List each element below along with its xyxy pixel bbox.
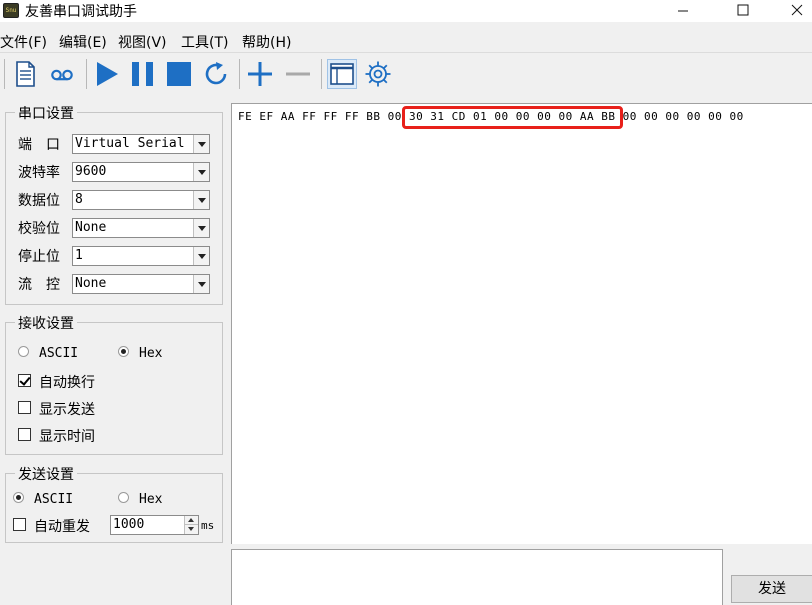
data-bits-label: 数据位 (18, 193, 60, 209)
spin-down-icon[interactable] (184, 525, 198, 534)
baud-rate-label: 波特率 (18, 165, 60, 181)
window-title: 友善串口调试助手 (25, 4, 137, 20)
toolbar (0, 52, 812, 94)
send-button[interactable]: 发送 (731, 575, 812, 603)
chevron-down-icon[interactable] (193, 247, 209, 265)
chevron-down-icon[interactable] (193, 219, 209, 237)
add-button[interactable] (245, 59, 275, 89)
resend-interval-input[interactable]: 1000 (110, 515, 199, 535)
stop-bits-label: 停止位 (18, 249, 60, 265)
receive-hex-label: Hex (139, 346, 163, 361)
toolbar-separator (4, 59, 5, 89)
parity-select[interactable]: None (72, 218, 210, 238)
auto-wrap-checkbox[interactable] (18, 374, 31, 387)
chevron-down-icon[interactable] (193, 135, 209, 153)
app-icon: Snu (3, 3, 19, 18)
toggle-view-button[interactable] (327, 59, 357, 89)
menu-file[interactable]: 文件(F) (0, 32, 47, 52)
refresh-button[interactable] (201, 59, 231, 89)
document-icon (16, 61, 35, 87)
menu-help[interactable]: 帮助(H) (242, 32, 291, 52)
serial-settings-title: 串口设置 (15, 103, 77, 123)
receive-ascii-radio[interactable] (18, 346, 29, 357)
play-icon (97, 62, 118, 86)
send-ascii-label: ASCII (34, 492, 74, 507)
window-icon (330, 63, 354, 85)
receive-ascii-label: ASCII (39, 346, 79, 361)
menu-view[interactable]: 视图(V) (118, 32, 167, 52)
auto-wrap-label: 自动换行 (39, 375, 95, 391)
show-time-label: 显示时间 (39, 429, 95, 445)
record-icon (51, 69, 73, 81)
show-sent-checkbox[interactable] (18, 401, 31, 414)
chevron-down-icon[interactable] (193, 191, 209, 209)
auto-resend-checkbox[interactable] (13, 518, 26, 531)
toolbar-separator (86, 59, 87, 89)
receive-settings-title: 接收设置 (15, 313, 77, 333)
gear-icon (365, 61, 391, 87)
toolbar-separator (321, 59, 322, 89)
open-port-button[interactable] (92, 59, 122, 89)
chevron-down-icon[interactable] (193, 163, 209, 181)
send-input[interactable] (231, 549, 723, 605)
settings-button[interactable] (363, 59, 393, 89)
chevron-down-icon[interactable] (193, 275, 209, 293)
port-label: 端 口 (18, 137, 60, 153)
baud-rate-value: 9600 (75, 164, 107, 179)
baud-rate-select[interactable]: 9600 (72, 162, 210, 182)
flow-control-select[interactable]: None (72, 274, 210, 294)
serial-settings-panel: 串口设置 端 口 Virtual Serial 波特率 9600 数据位 8 校… (5, 103, 223, 305)
parity-value: None (75, 220, 107, 235)
close-button[interactable] (774, 0, 812, 22)
send-hex-radio[interactable] (118, 492, 129, 503)
receive-settings-panel: 接收设置 ASCII Hex 自动换行 显示发送 显示时间 (5, 313, 223, 455)
send-settings-title: 发送设置 (15, 464, 77, 484)
receive-hex-radio[interactable] (118, 346, 129, 357)
stop-bits-select[interactable]: 1 (72, 246, 210, 266)
show-sent-label: 显示发送 (39, 402, 95, 418)
interval-unit: ms (201, 519, 215, 532)
minimize-icon (678, 10, 688, 12)
plus-icon (248, 62, 272, 86)
port-value: Virtual Serial (75, 136, 185, 151)
port-select[interactable]: Virtual Serial (72, 134, 210, 154)
minus-icon (286, 72, 310, 76)
show-time-checkbox[interactable] (18, 428, 31, 441)
receive-area[interactable]: FE EF AA FF FF FF BB 00 30 31 CD 01 00 0… (231, 103, 812, 544)
menu-edit[interactable]: 编辑(E) (59, 32, 107, 52)
highlight-box (402, 106, 623, 129)
send-hex-label: Hex (139, 492, 163, 507)
send-ascii-radio[interactable] (13, 492, 24, 503)
resend-interval-value: 1000 (113, 517, 145, 532)
remove-button[interactable] (283, 59, 313, 89)
maximize-icon (737, 4, 749, 16)
pause-button[interactable] (128, 59, 158, 89)
minimize-button[interactable] (660, 0, 706, 22)
flow-control-value: None (75, 276, 107, 291)
title-bar: Snu 友善串口调试助手 (0, 0, 812, 22)
toolbar-separator (239, 59, 240, 89)
new-document-button[interactable] (10, 59, 40, 89)
stop-button[interactable] (164, 59, 194, 89)
record-button[interactable] (47, 59, 77, 89)
refresh-icon (205, 62, 227, 85)
close-icon (791, 4, 803, 16)
parity-label: 校验位 (18, 221, 60, 237)
auto-resend-label: 自动重发 (34, 519, 90, 535)
send-settings-panel: 发送设置 ASCII Hex 自动重发 1000 ms (5, 464, 223, 543)
data-bits-select[interactable]: 8 (72, 190, 210, 210)
stop-bits-value: 1 (75, 248, 83, 263)
maximize-button[interactable] (720, 0, 766, 22)
menu-tools[interactable]: 工具(T) (181, 32, 228, 52)
data-bits-value: 8 (75, 192, 83, 207)
menu-bar: 文件(F) 编辑(E) 视图(V) 工具(T) 帮助(H) (0, 30, 812, 52)
stop-icon (167, 62, 191, 86)
spin-up-icon[interactable] (184, 516, 198, 525)
flow-control-label: 流 控 (18, 277, 60, 293)
pause-icon (132, 62, 153, 86)
